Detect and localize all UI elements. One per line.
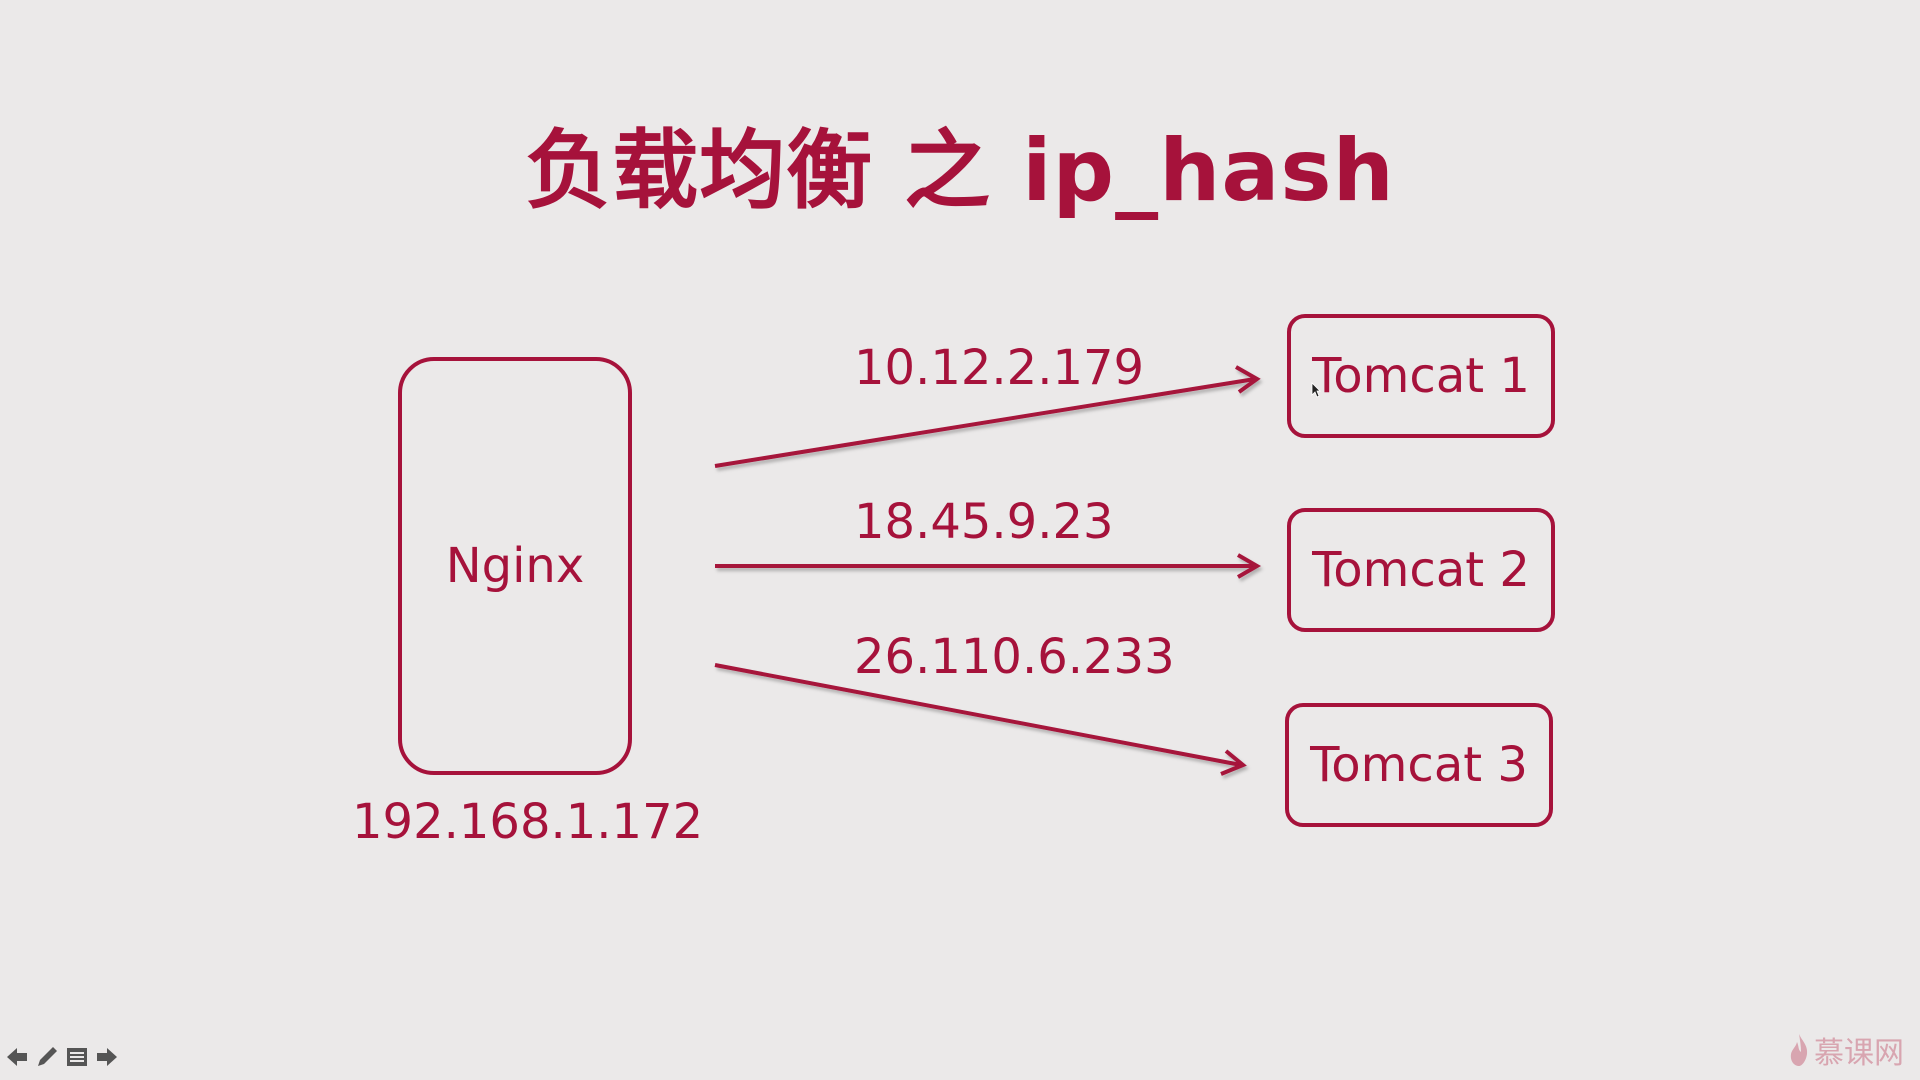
- tomcat-node-1: Tomcat 1: [1287, 314, 1555, 438]
- pen-icon[interactable]: [34, 1044, 60, 1070]
- tomcat-label-1: Tomcat 1: [1312, 348, 1530, 404]
- nginx-label: Nginx: [445, 538, 585, 594]
- tomcat-node-3: Tomcat 3: [1285, 703, 1553, 827]
- arrow-right-icon[interactable]: [94, 1044, 120, 1070]
- arrowhead-1: [1235, 365, 1261, 394]
- nginx-ip-label: 192.168.1.172: [352, 794, 704, 850]
- mouse-cursor-icon: [1311, 382, 1321, 398]
- slide: 负载均衡 之 ip_hash Nginx 192.168.1.172 10.12…: [0, 0, 1920, 1080]
- tomcat-label-2: Tomcat 2: [1312, 542, 1530, 598]
- tomcat-label-3: Tomcat 3: [1310, 737, 1528, 793]
- arrowhead-3: [1220, 749, 1247, 776]
- client-ip-3: 26.110.6.233: [854, 629, 1175, 685]
- slide-nav-toolbar: [4, 1044, 120, 1070]
- client-ip-2: 18.45.9.23: [854, 494, 1114, 550]
- tomcat-node-2: Tomcat 2: [1287, 508, 1555, 632]
- arrow-left-icon[interactable]: [4, 1044, 30, 1070]
- nginx-node: Nginx: [398, 357, 632, 775]
- watermark-logo: 慕课网: [1788, 1028, 1904, 1072]
- flame-icon: [1790, 1034, 1808, 1066]
- menu-icon[interactable]: [64, 1044, 90, 1070]
- page-title: 负载均衡 之 ip_hash: [525, 121, 1395, 221]
- logo-text: 慕课网: [1814, 1036, 1904, 1071]
- client-ip-1: 10.12.2.179: [854, 340, 1145, 396]
- arrowhead-2: [1236, 553, 1261, 579]
